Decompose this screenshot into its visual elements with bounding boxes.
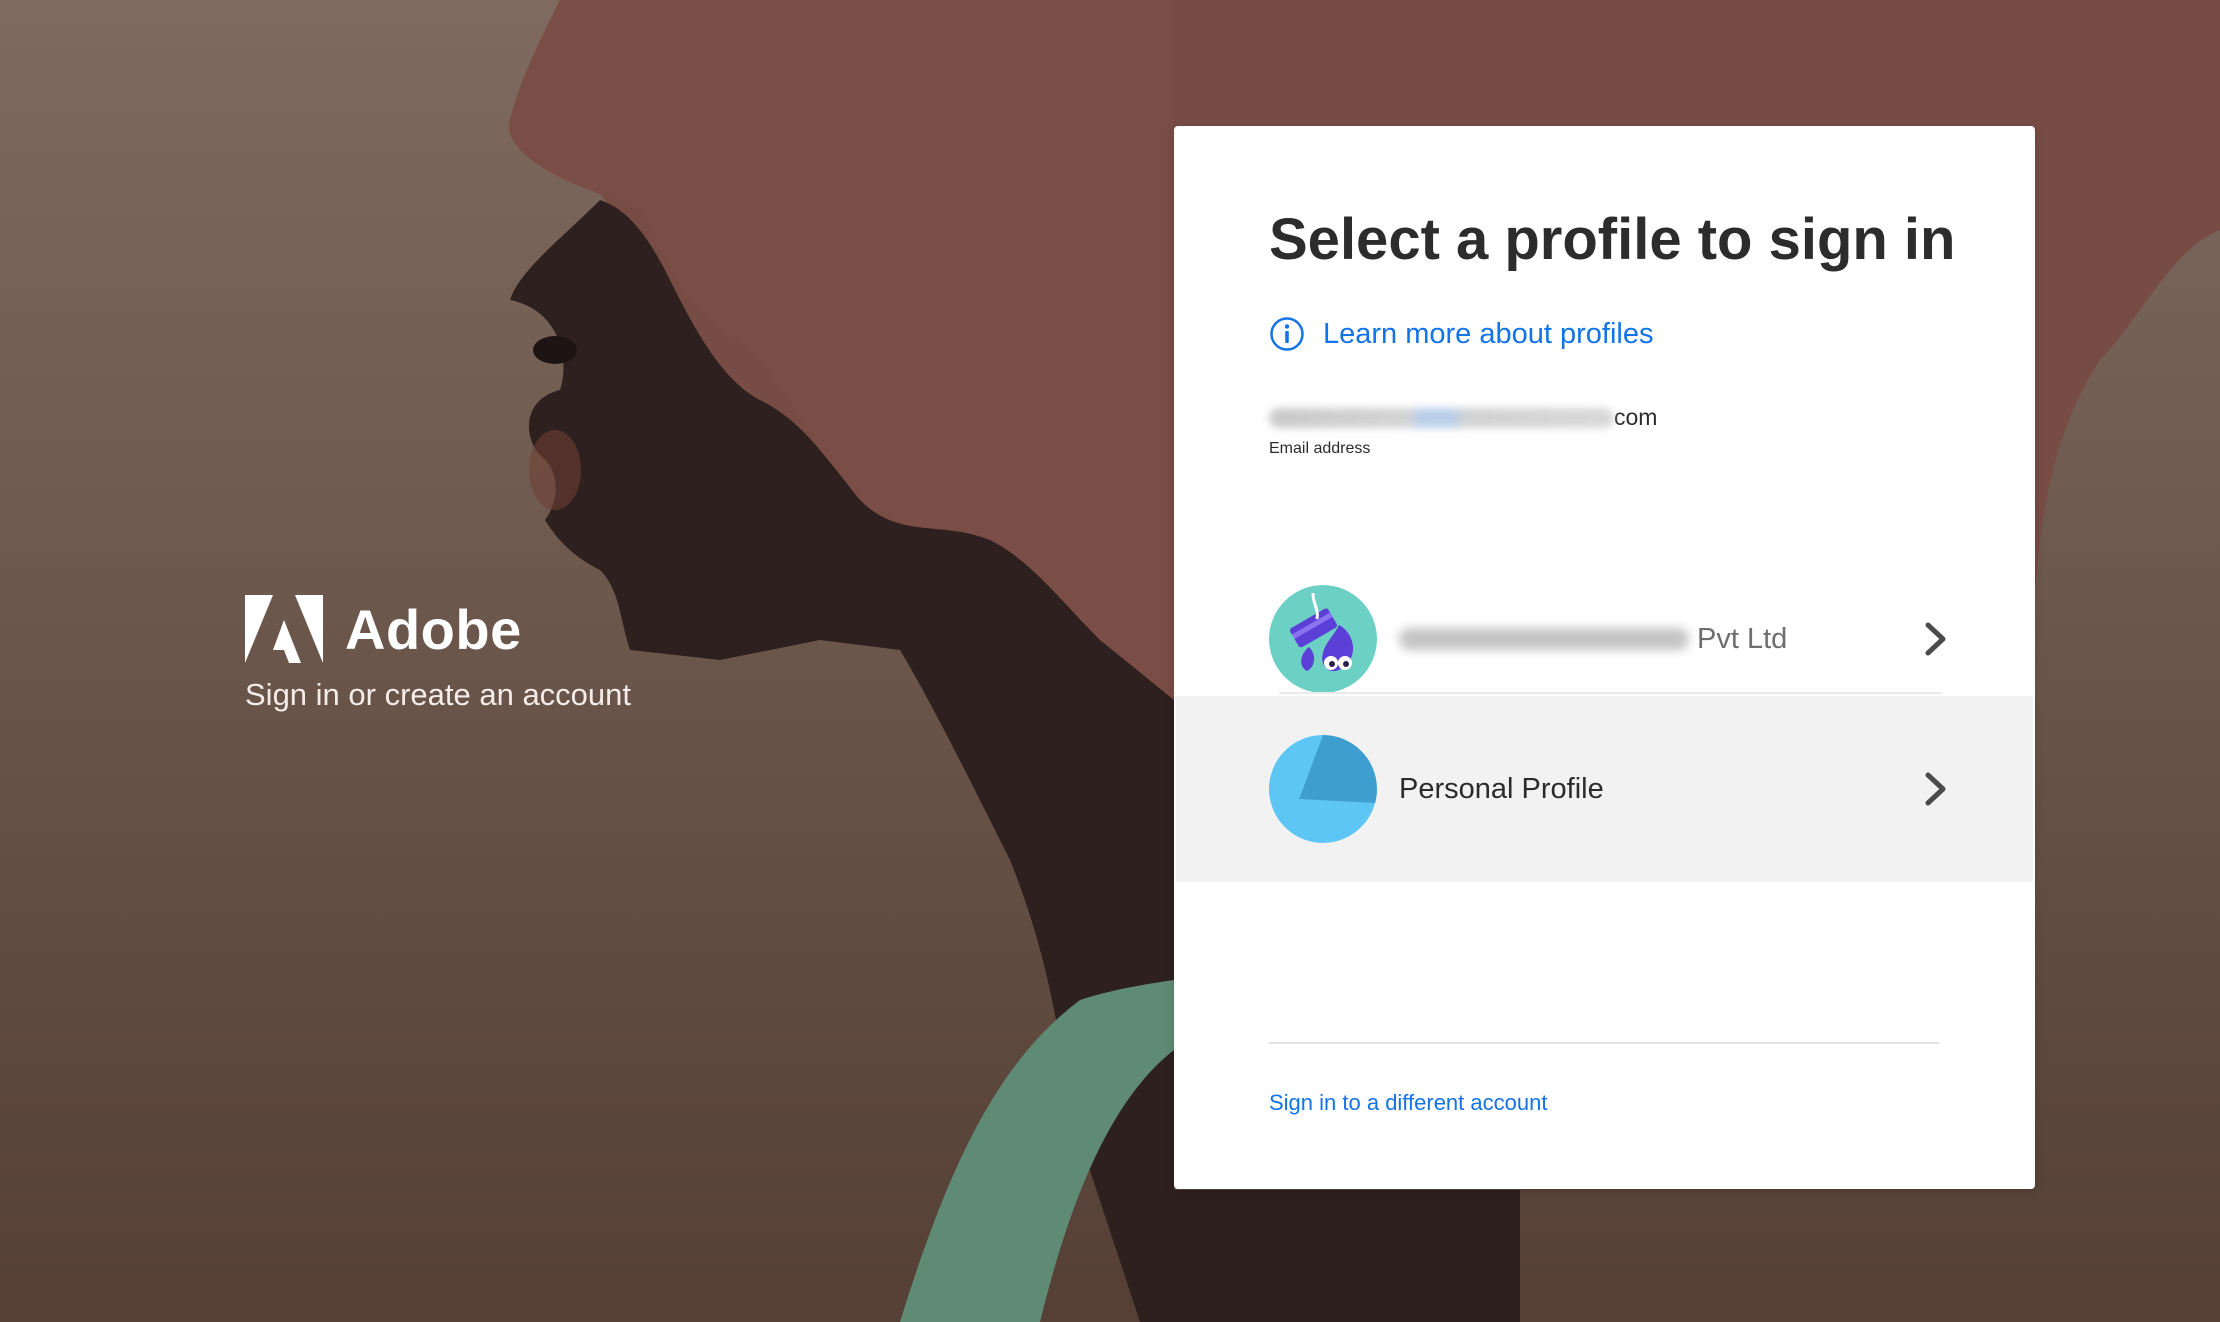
brand-tagline: Sign in or create an account	[245, 677, 632, 712]
bottom-divider	[1269, 1042, 1939, 1044]
profile-item-personal[interactable]: Personal Profile	[1176, 696, 2033, 882]
info-icon	[1270, 317, 1304, 351]
org-name-suffix: Pvt Ltd	[1697, 622, 1788, 655]
adobe-logo-icon	[245, 595, 323, 663]
personal-profile-name: Personal Profile	[1399, 772, 1604, 805]
email-visible-suffix: com	[1614, 404, 1658, 430]
email-value: com	[1269, 404, 1657, 431]
learn-more-label: Learn more about profiles	[1323, 317, 1654, 350]
sign-in-card: Select a profile to sign in Learn more a…	[1174, 126, 2035, 1189]
chevron-right-icon	[1925, 622, 1946, 656]
learn-more-link[interactable]: Learn more about profiles	[1269, 316, 1653, 352]
page-title: Select a profile to sign in	[1269, 207, 1956, 272]
sign-in-different-account-link[interactable]: Sign in to a different account	[1269, 1090, 1547, 1116]
org-profile-name: Pvt Ltd	[1399, 623, 1787, 656]
adobe-brand: Adobe Sign in or create an account	[245, 595, 631, 713]
personal-profile-label: Personal Profile	[1399, 773, 1604, 806]
chevron-right-icon	[1925, 772, 1946, 806]
email-label: Email address	[1269, 440, 1371, 457]
org-avatar-icon	[1269, 585, 1377, 693]
org-name-redacted	[1399, 628, 1689, 650]
brand-name: Adobe	[345, 597, 522, 661]
personal-avatar-icon	[1269, 735, 1377, 843]
profile-divider	[1279, 692, 1942, 694]
email-redacted	[1269, 407, 1614, 428]
